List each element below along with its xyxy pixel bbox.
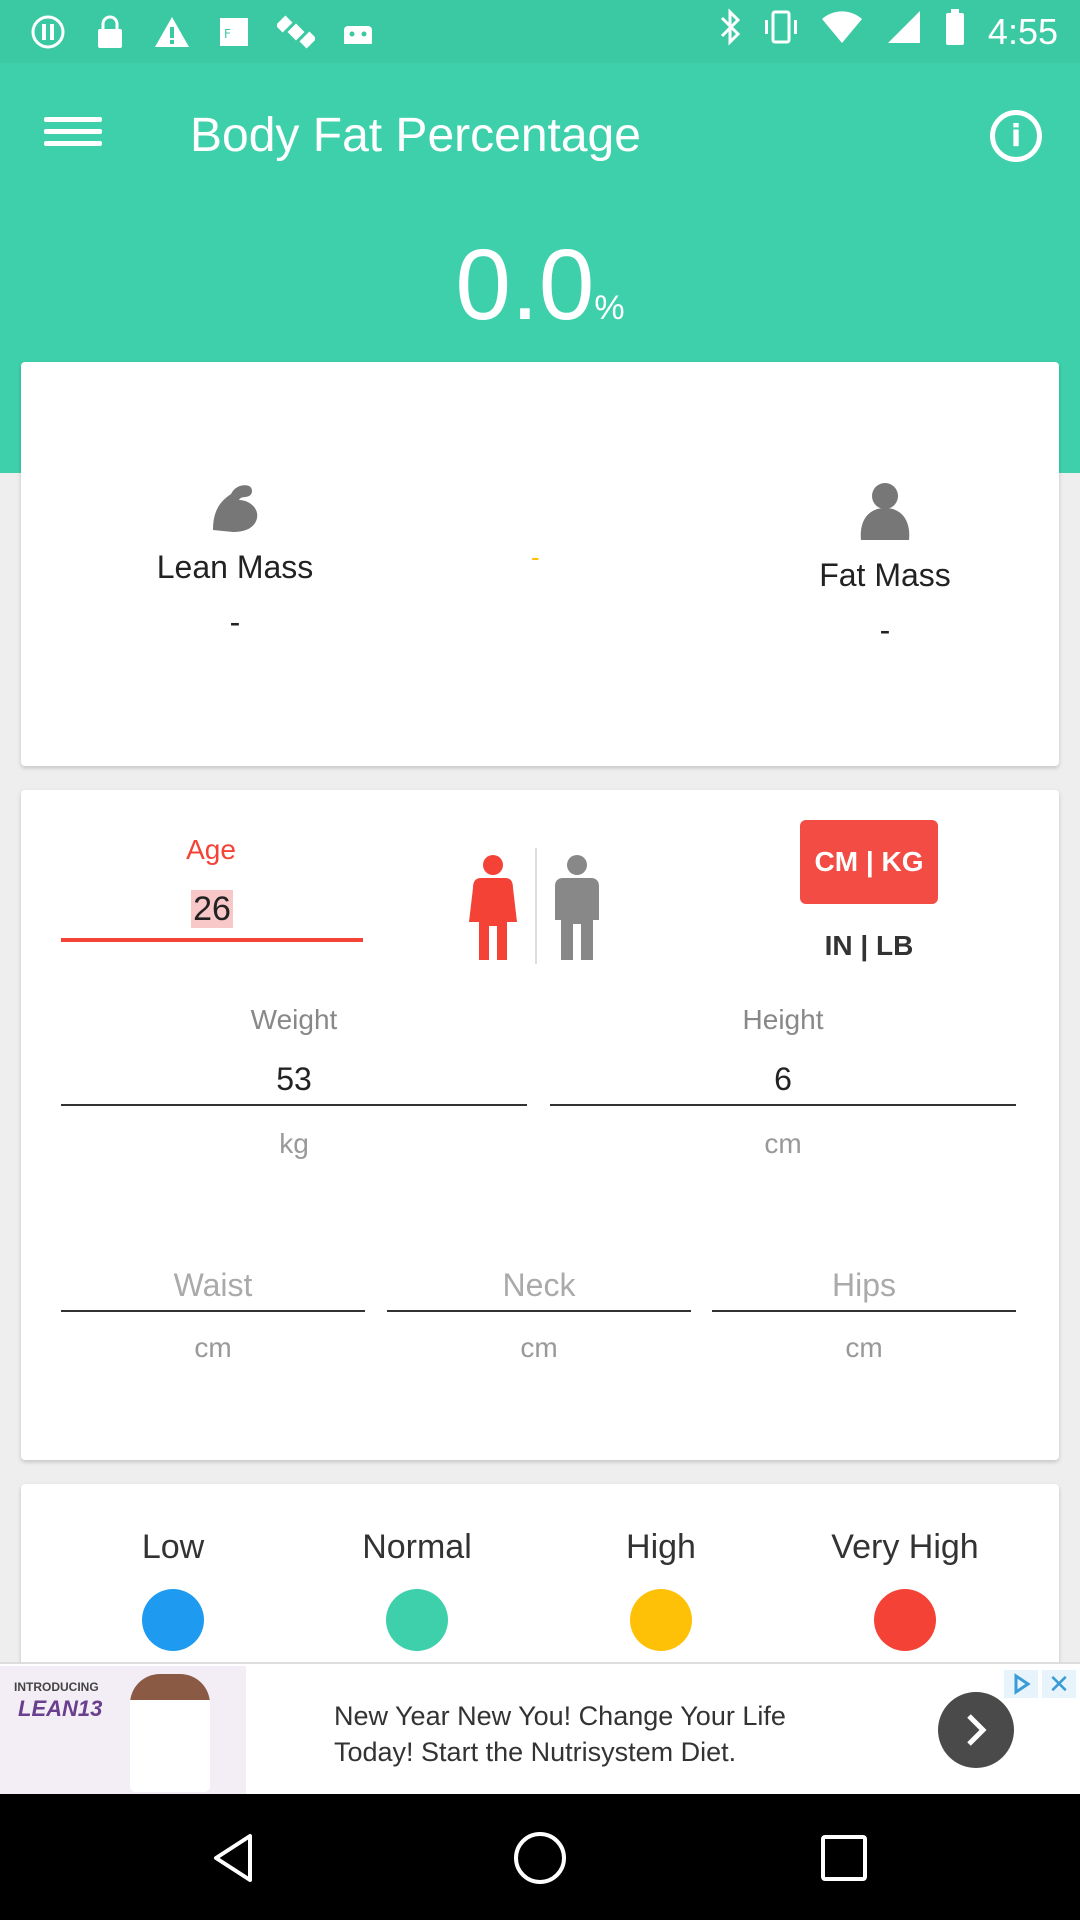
screen: F 4:55 Body Fat Percentage i 0.0% Lean M…	[0, 0, 1080, 1920]
legend-label: Normal	[362, 1528, 472, 1566]
height-input[interactable]: 6	[550, 1056, 1016, 1106]
legend-item-low: Low	[93, 1528, 253, 1651]
ad-text[interactable]: New Year New You! Change Your Life Today…	[334, 1698, 786, 1770]
measurements-card: Age 26 CM | KG IN | LB Weight 53 kg Heig…	[21, 790, 1059, 1460]
neck-placeholder: Neck	[502, 1267, 576, 1303]
status-icons-left: F	[28, 12, 378, 52]
fat-body-icon	[860, 483, 910, 540]
height-label: Height	[742, 1004, 824, 1035]
vibrate-icon	[764, 8, 798, 55]
legend-item-normal: Normal	[337, 1528, 497, 1651]
battery-icon	[944, 8, 966, 55]
body-fat-result: 0.0%	[0, 228, 1080, 343]
ad-text-line1: New Year New You! Change Your Life	[334, 1701, 786, 1731]
neck-unit: cm	[520, 1332, 558, 1363]
age-input[interactable]: 26	[61, 890, 363, 942]
home-icon[interactable]	[510, 1828, 570, 1888]
waist-input[interactable]: Waist	[61, 1262, 365, 1312]
ad-banner[interactable]: INTRODUCING LEAN13 New Year New You! Cha…	[0, 1662, 1080, 1794]
legend-dot-high	[630, 1589, 692, 1651]
ad-person-image	[130, 1674, 210, 1792]
ad-brand-big: LEAN13	[18, 1696, 103, 1721]
system-navigation-bar	[0, 1794, 1080, 1920]
warning-icon	[152, 12, 192, 52]
page-title: Body Fat Percentage	[190, 109, 641, 162]
ad-brand-small: INTRODUCING	[14, 1680, 99, 1694]
ad-text-line2: Today! Start the Nutrisystem Diet.	[334, 1737, 737, 1767]
legend-label: High	[626, 1528, 696, 1566]
legend-dot-low	[142, 1589, 204, 1651]
legend-item-very-high: Very High	[825, 1528, 985, 1651]
legend-dot-very-high	[874, 1589, 936, 1651]
hamburger-menu-icon[interactable]	[44, 110, 102, 160]
waist-unit: cm	[194, 1332, 232, 1363]
bluetooth-icon	[718, 8, 742, 55]
gender-divider	[535, 848, 537, 964]
legend-dot-normal	[386, 1589, 448, 1651]
weight-label: Weight	[250, 1004, 338, 1035]
mass-separator: -	[531, 542, 540, 572]
legend-label: Very High	[831, 1528, 979, 1566]
recents-icon[interactable]	[814, 1828, 874, 1888]
neck-input[interactable]: Neck	[387, 1262, 691, 1312]
hips-placeholder: Hips	[831, 1267, 896, 1303]
body-fat-value: 0.0	[455, 229, 595, 341]
unit-imperial-button[interactable]: IN | LB	[800, 930, 938, 962]
status-bar: F 4:55	[0, 0, 1080, 63]
waist-placeholder: Waist	[173, 1267, 253, 1303]
signal-icon	[886, 9, 922, 54]
fat-mass-value: -	[879, 612, 891, 648]
lean-mass-section: Lean Mass -	[105, 482, 365, 641]
legend-item-high: High	[581, 1528, 741, 1651]
percent-sign: %	[594, 289, 625, 327]
legend-label: Low	[141, 1528, 205, 1566]
flexed-arm-icon	[213, 485, 258, 532]
gender-selector	[467, 848, 601, 964]
unit-metric-button[interactable]: CM | KG	[800, 820, 938, 904]
weight-input[interactable]: 53	[61, 1056, 527, 1106]
weight-unit: kg	[279, 1128, 309, 1159]
wifi-icon	[820, 9, 864, 54]
age-label: Age	[186, 834, 236, 865]
lock-icon	[90, 12, 130, 52]
mass-card: Lean Mass - - Fat Mass -	[21, 362, 1059, 766]
info-circle-icon	[28, 12, 68, 52]
ad-arrow-icon[interactable]	[938, 1692, 1014, 1768]
ad-image[interactable]: INTRODUCING LEAN13	[0, 1666, 246, 1794]
ad-close-icon[interactable]: ✕	[1042, 1670, 1076, 1698]
satellite-icon	[276, 12, 316, 52]
male-icon[interactable]	[553, 854, 601, 964]
hips-unit: cm	[845, 1332, 883, 1363]
status-icons-right: 4:55	[718, 8, 1058, 55]
lean-mass-label: Lean Mass	[156, 549, 314, 585]
fat-mass-label: Fat Mass	[819, 557, 951, 593]
lean-mass-value: -	[229, 604, 241, 640]
age-value: 26	[191, 890, 233, 928]
svg-text:F: F	[224, 27, 231, 41]
ad-choices-icon[interactable]	[1004, 1670, 1038, 1698]
clock-time: 4:55	[987, 10, 1058, 52]
height-unit: cm	[764, 1128, 802, 1159]
info-icon[interactable]: i	[990, 110, 1042, 162]
back-icon[interactable]	[206, 1828, 266, 1888]
female-icon[interactable]	[467, 854, 519, 964]
fat-mass-section: Fat Mass -	[755, 482, 1015, 649]
android-icon	[338, 12, 378, 52]
hips-input[interactable]: Hips	[712, 1262, 1016, 1312]
fake-gps-icon: F	[214, 12, 254, 52]
